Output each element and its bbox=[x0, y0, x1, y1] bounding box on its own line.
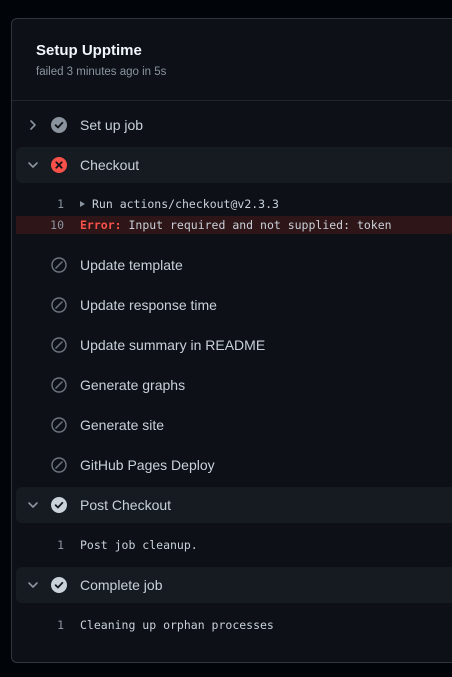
step-label: Complete job bbox=[80, 577, 163, 593]
log-line-text: Cleaning up orphan processes bbox=[80, 618, 274, 632]
step-set-up-job[interactable]: Set up job bbox=[16, 107, 452, 143]
x-circle-icon bbox=[51, 157, 67, 173]
step-label: Update template bbox=[80, 257, 183, 273]
log-line-number[interactable]: 10 bbox=[16, 216, 64, 234]
log-line[interactable]: 1 Cleaning up orphan processes bbox=[16, 616, 452, 634]
step-generate-graphs[interactable]: Generate graphs bbox=[16, 367, 452, 403]
job-status-subtitle: failed 3 minutes ago in 5s bbox=[36, 66, 167, 78]
chevron-down-icon[interactable] bbox=[26, 578, 40, 592]
log-line-text: Run actions/checkout@v2.3.3 bbox=[92, 197, 279, 211]
step-label: Update response time bbox=[80, 297, 217, 313]
error-keyword: Error: bbox=[80, 218, 122, 232]
check-circle-icon bbox=[51, 117, 67, 133]
step-label: Checkout bbox=[80, 157, 140, 173]
job-header: Setup Upptime failed 3 minutes ago in 5s bbox=[12, 19, 452, 101]
log-line[interactable]: 1 Post job cleanup. bbox=[16, 536, 452, 554]
skipped-icon bbox=[51, 457, 67, 473]
step-update-response-time[interactable]: Update response time bbox=[16, 287, 452, 323]
log-line-text: Post job cleanup. bbox=[80, 538, 198, 552]
step-label: Post Checkout bbox=[80, 497, 172, 513]
step-label: GitHub Pages Deploy bbox=[80, 457, 215, 473]
skipped-icon bbox=[51, 337, 67, 353]
step-label: Update summary in README bbox=[80, 337, 266, 353]
step-update-summary[interactable]: Update summary in README bbox=[16, 327, 452, 363]
step-github-pages-deploy[interactable]: GitHub Pages Deploy bbox=[16, 447, 452, 483]
job-title: Setup Upptime bbox=[36, 42, 142, 59]
step-post-checkout[interactable]: Post Checkout bbox=[16, 487, 452, 523]
skipped-icon bbox=[51, 297, 67, 313]
step-generate-site[interactable]: Generate site bbox=[16, 407, 452, 443]
skipped-icon bbox=[51, 377, 67, 393]
expand-triangle-icon[interactable] bbox=[80, 201, 85, 207]
step-complete-job[interactable]: Complete job bbox=[16, 567, 452, 603]
step-label: Set up job bbox=[80, 117, 144, 133]
log-line-number[interactable]: 1 bbox=[16, 536, 64, 554]
chevron-right-icon[interactable] bbox=[26, 118, 40, 132]
check-circle-icon bbox=[51, 577, 67, 593]
skipped-icon bbox=[51, 417, 67, 433]
skipped-icon bbox=[51, 257, 67, 273]
chevron-down-icon[interactable] bbox=[26, 498, 40, 512]
step-label: Generate site bbox=[80, 417, 165, 433]
step-update-template[interactable]: Update template bbox=[16, 247, 452, 283]
log-line-number[interactable]: 1 bbox=[16, 616, 64, 634]
log-line-text: Input required and not supplied: token bbox=[121, 218, 392, 232]
log-line-error[interactable]: 10 Error: Input required and not supplie… bbox=[16, 216, 452, 234]
step-label: Generate graphs bbox=[80, 377, 186, 393]
log-line-number[interactable]: 1 bbox=[16, 195, 64, 213]
check-circle-icon bbox=[51, 497, 67, 513]
log-line[interactable]: 1 Run actions/checkout@v2.3.3 bbox=[16, 195, 452, 213]
step-checkout[interactable]: Checkout bbox=[16, 147, 452, 183]
chevron-down-icon[interactable] bbox=[26, 158, 40, 172]
